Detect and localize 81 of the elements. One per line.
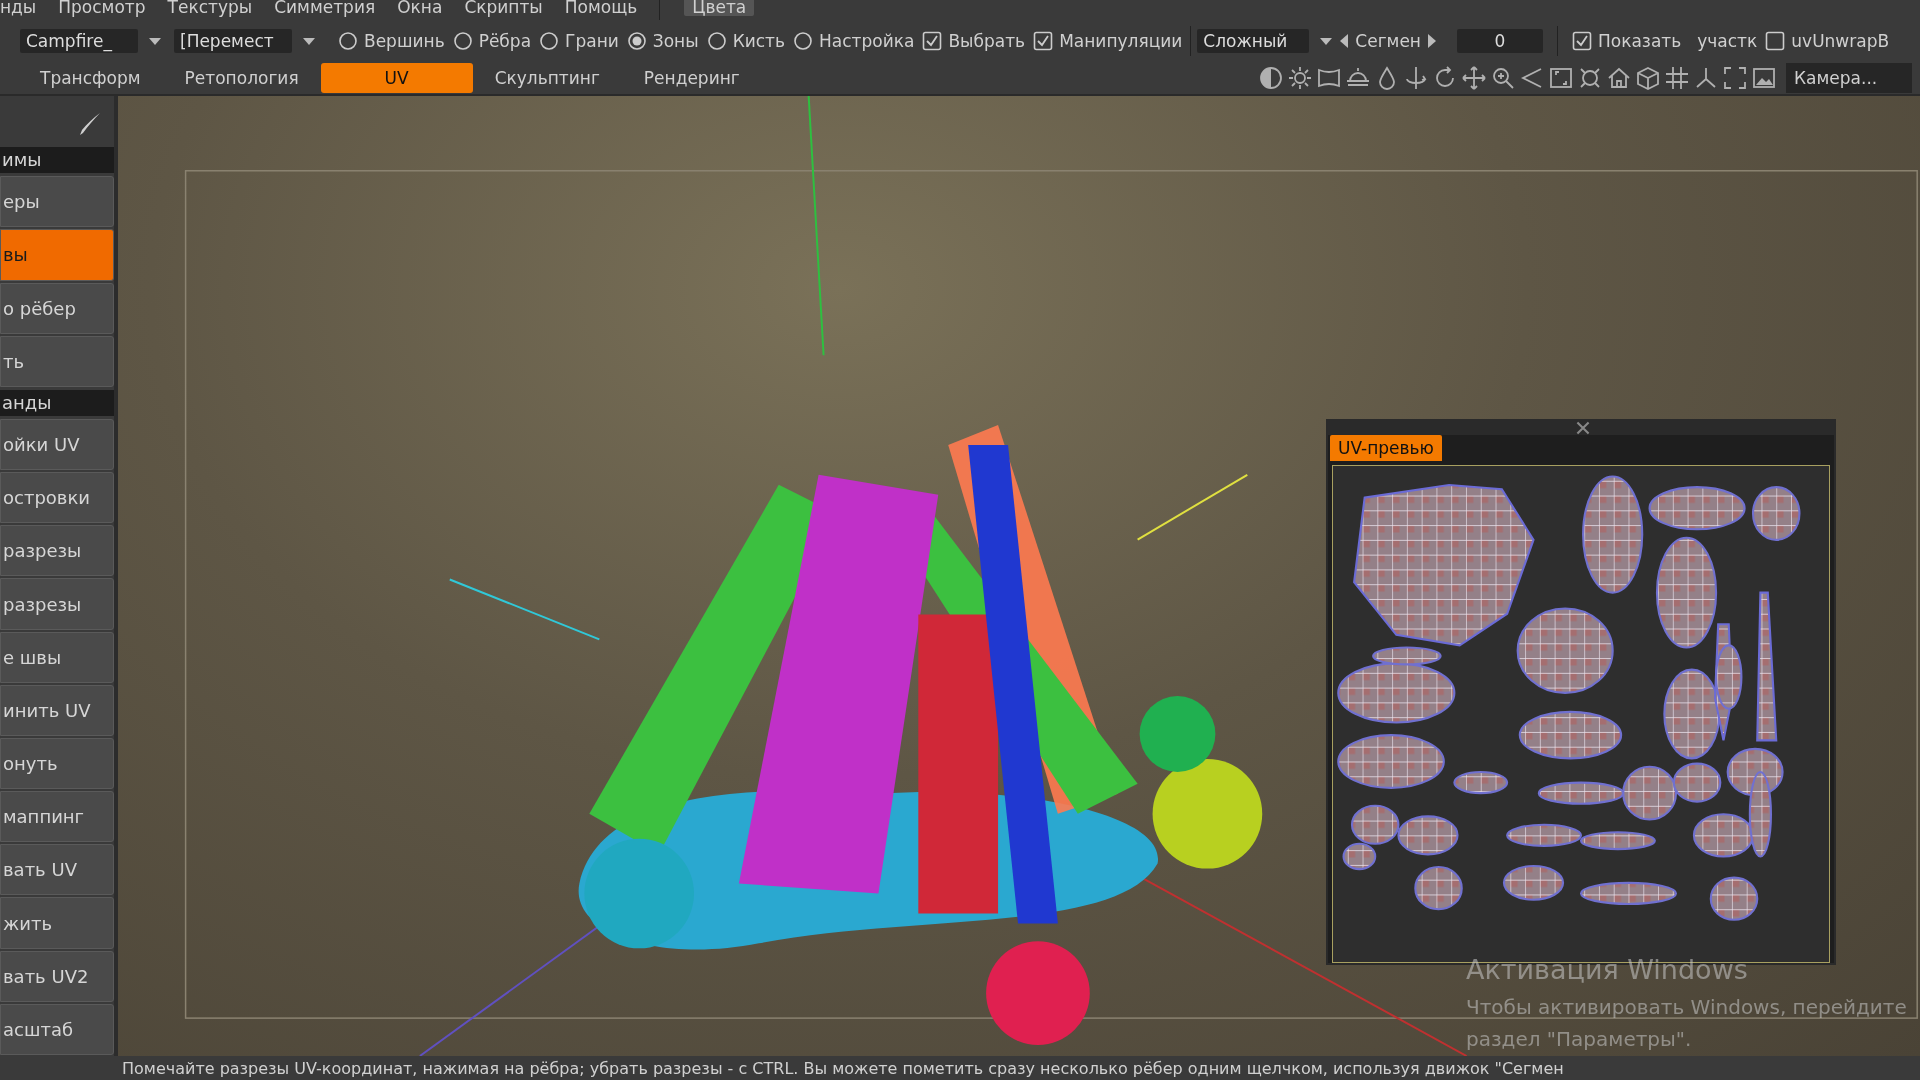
radio-label: Кисть <box>732 31 786 51</box>
radio-button[interactable] <box>706 31 727 51</box>
camera-dropdown[interactable]: Камера... <box>1786 63 1912 93</box>
radio-label: Грани <box>565 31 619 51</box>
tab[interactable]: Скульптинг <box>472 63 622 93</box>
sidebar-button[interactable]: вать UV2 <box>0 950 114 1002</box>
object-dropdown[interactable]: Campfire_ <box>20 29 138 53</box>
sidebar-button[interactable]: е швы <box>0 631 114 683</box>
tab[interactable]: UV <box>320 63 473 93</box>
sidebar-button[interactable]: асштаб <box>0 1003 114 1055</box>
grid-icon[interactable] <box>1664 65 1690 91</box>
tab[interactable]: Трансформ <box>18 63 163 93</box>
checkbox-label: Манипуляции <box>1059 31 1183 51</box>
mode-dropdown[interactable]: Сложный <box>1197 29 1310 53</box>
sidebar-button[interactable]: ойки UV <box>0 418 114 471</box>
radio-button[interactable] <box>539 31 560 51</box>
arrow-left-icon[interactable] <box>1339 33 1350 49</box>
image-icon[interactable] <box>1751 65 1777 91</box>
zoom-icon[interactable] <box>1490 65 1516 91</box>
radio-label: Зоны <box>652 31 699 51</box>
checkbox[interactable] <box>1572 31 1592 51</box>
sidebar-button[interactable]: маппинг <box>0 791 114 843</box>
radio-button[interactable] <box>793 31 814 51</box>
menu-item[interactable]: Цвета <box>684 0 755 16</box>
checkbox-label: uvUnwrapB <box>1791 31 1890 51</box>
cube-icon[interactable] <box>1635 65 1661 91</box>
arrow-right-icon[interactable] <box>1427 33 1437 49</box>
orbit-icon[interactable] <box>1403 65 1429 91</box>
sidebar-button[interactable]: о рёбер <box>0 282 114 334</box>
menu-item[interactable]: Помощь <box>564 0 638 16</box>
checkbox-label: Показать <box>1598 31 1682 51</box>
checkbox[interactable] <box>922 31 943 51</box>
checkbox[interactable] <box>1765 31 1786 51</box>
menu-item[interactable]: Просмотр <box>58 0 146 16</box>
menu-item[interactable]: нды <box>0 0 37 16</box>
radio-label: Вершинь <box>364 31 445 51</box>
sidebar-button[interactable]: разрезы <box>0 525 114 577</box>
tab[interactable]: Рендеринг <box>621 63 762 93</box>
status-text: Помечайте разрезы UV-координат, нажимая на рёбра; убрать разрезы - с CTRL. Вы можете пометить сразу несколько рёбер одним щелчком, используя движок "Сегмен <box>122 1058 1564 1078</box>
viewport[interactable]: UV-превью Активация Windows Чтобы активировать Windows, перейдите раздел "Параметры". <box>118 96 1920 1056</box>
segment-field[interactable]: 0 <box>1457 29 1543 53</box>
menu-item[interactable]: Симметрия <box>274 0 376 16</box>
radio-button[interactable] <box>338 31 358 51</box>
move-icon[interactable] <box>1461 65 1487 91</box>
brush-icon[interactable] <box>78 110 102 137</box>
sidebar-button[interactable]: жить <box>0 897 114 949</box>
sidebar-button[interactable]: еры <box>0 176 114 228</box>
activation-title: Активация Windows <box>1466 954 1749 985</box>
radio-button[interactable] <box>452 31 473 51</box>
tool-dropdown[interactable]: [Перемест <box>174 29 292 53</box>
segment-label: Сегмен <box>1355 31 1421 51</box>
menu-item[interactable]: Скрипты <box>464 0 543 16</box>
activation-text: раздел "Параметры". <box>1466 1026 1693 1053</box>
contrast-icon[interactable] <box>1258 65 1284 91</box>
sidebar-button[interactable]: инить UV <box>0 684 114 736</box>
sidebar-button[interactable]: вы <box>0 229 114 281</box>
checkbox-label: Выбрать <box>948 31 1026 51</box>
checkbox-label: участк <box>1697 31 1758 51</box>
sidebar-button[interactable]: разрезы <box>0 578 114 630</box>
menu-item[interactable]: Окна <box>397 0 443 16</box>
panel-tab[interactable]: UV-превью <box>1330 435 1442 461</box>
caret-icon[interactable] <box>302 36 316 46</box>
menu-item[interactable]: Текстуры <box>167 0 253 16</box>
checkbox[interactable] <box>1033 31 1054 51</box>
fullscreen-icon[interactable] <box>1722 65 1748 91</box>
section-header: анды <box>0 389 114 416</box>
frame-icon[interactable] <box>1548 65 1574 91</box>
sidebar-button[interactable]: онуть <box>0 737 114 790</box>
sidebar-button[interactable]: ть <box>0 335 114 387</box>
radio-button[interactable] <box>626 31 647 51</box>
sidebar-button[interactable]: вать UV <box>0 844 114 896</box>
caret-icon[interactable] <box>1319 36 1334 46</box>
radio-label: Рёбра <box>478 31 532 51</box>
tab[interactable]: Ретопология <box>162 63 321 93</box>
sun-icon[interactable] <box>1287 65 1313 91</box>
section-header: имы <box>0 147 114 174</box>
home-icon[interactable] <box>1606 65 1632 91</box>
activation-text: Чтобы активировать Windows, перейдите <box>1466 994 1907 1021</box>
sidebar-button[interactable]: островки <box>0 472 114 524</box>
radio-label: Настройка <box>819 31 915 51</box>
caret-icon[interactable] <box>148 36 162 46</box>
